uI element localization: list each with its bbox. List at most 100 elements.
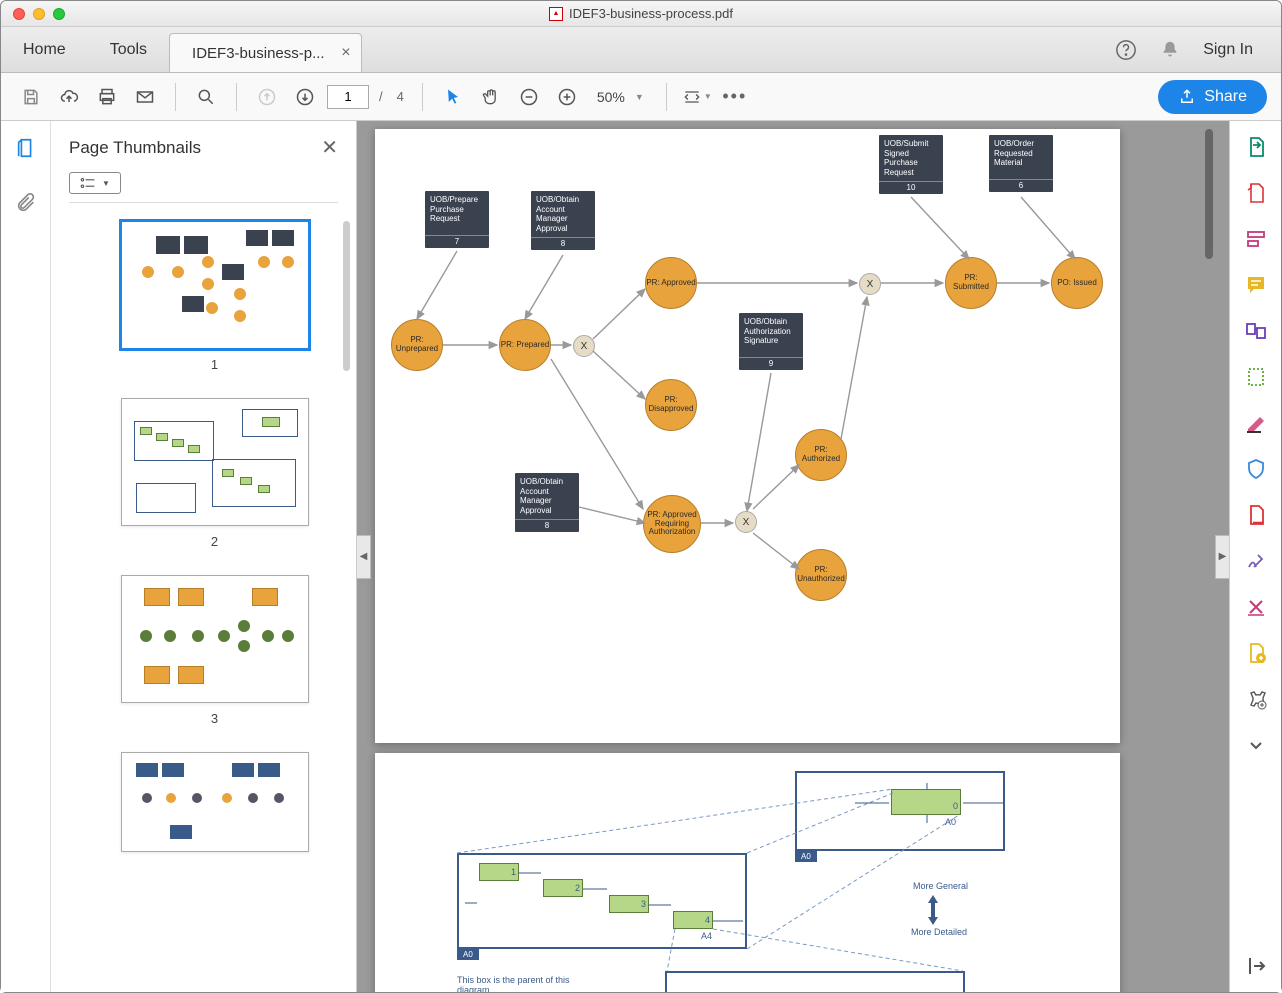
list-icon bbox=[80, 177, 96, 189]
node-authorized: PR: Authorized bbox=[795, 429, 847, 481]
settings-icon[interactable] bbox=[1244, 687, 1268, 711]
zoom-in-icon[interactable] bbox=[551, 81, 583, 113]
help-icon[interactable] bbox=[1115, 39, 1137, 61]
thumbnail-page-2[interactable] bbox=[121, 398, 309, 526]
edit-pdf-icon[interactable] bbox=[1244, 227, 1268, 251]
node-approved: PR: Approved bbox=[645, 257, 697, 309]
num-1a: 1 bbox=[511, 867, 516, 877]
thumbnail-label-3: 3 bbox=[91, 711, 338, 726]
junction-x-3: X bbox=[859, 273, 881, 295]
create-pdf-icon[interactable] bbox=[1244, 181, 1268, 205]
page-down-icon[interactable] bbox=[289, 81, 321, 113]
page-2: A0 0 A0 A0 1 2 3 4 A4 This box is the pa… bbox=[375, 753, 1120, 992]
label-a0-top: A0 bbox=[795, 851, 817, 862]
thumbnails-list: 1 2 bbox=[51, 203, 356, 992]
tab-home[interactable]: Home bbox=[1, 27, 88, 72]
label-a0-left: A0 bbox=[457, 949, 479, 960]
window-controls bbox=[1, 8, 65, 20]
fill-sign-icon[interactable] bbox=[1244, 549, 1268, 573]
convert-icon[interactable] bbox=[1244, 641, 1268, 665]
box-top-0 bbox=[891, 789, 961, 815]
junction-x-2: X bbox=[735, 511, 757, 533]
thumbnail-page-3[interactable] bbox=[121, 575, 309, 703]
workspace: Page Thumbnails ✕ ▼ bbox=[1, 121, 1281, 992]
expand-tools-icon[interactable] bbox=[1244, 733, 1268, 757]
search-icon[interactable] bbox=[190, 81, 222, 113]
minimize-window-button[interactable] bbox=[33, 8, 45, 20]
organize-pages-icon[interactable] bbox=[1244, 365, 1268, 389]
filename-label: IDEF3-business-process.pdf bbox=[569, 6, 733, 21]
uob-box-7: UOB/Prepare Purchase Request7 bbox=[425, 191, 489, 248]
page-number-input[interactable] bbox=[327, 85, 369, 109]
thumbnail-page-4[interactable] bbox=[121, 752, 309, 852]
protect-icon[interactable] bbox=[1244, 457, 1268, 481]
zoom-select[interactable]: 50%▼ bbox=[589, 89, 652, 105]
document-view[interactable]: ◀ ▶ UOB/Prepare Purchase Request7 UOB/Ob… bbox=[357, 121, 1229, 992]
uob-box-6: UOB/Order Requested Material6 bbox=[989, 135, 1053, 192]
page-1: UOB/Prepare Purchase Request7 UOB/Obtain… bbox=[375, 129, 1120, 743]
tab-tools[interactable]: Tools bbox=[88, 27, 169, 72]
close-window-button[interactable] bbox=[13, 8, 25, 20]
pdf-icon: ▲ bbox=[549, 7, 563, 21]
hand-tool-icon[interactable] bbox=[475, 81, 507, 113]
mail-icon[interactable] bbox=[129, 81, 161, 113]
node-submitted: PR: Submitted bbox=[945, 257, 997, 309]
comment-icon[interactable] bbox=[1244, 273, 1268, 297]
uob-box-9: UOB/Obtain Authorization Signature9 bbox=[739, 313, 803, 370]
node-unprepared: PR: Unprepared bbox=[391, 319, 443, 371]
zoom-value: 50% bbox=[597, 89, 625, 105]
more-tools-x-icon[interactable] bbox=[1244, 595, 1268, 619]
save-icon[interactable] bbox=[15, 81, 47, 113]
attachments-icon[interactable] bbox=[15, 192, 37, 219]
fit-width-icon[interactable]: ▼ bbox=[681, 81, 713, 113]
panel-close-button[interactable]: ✕ bbox=[321, 135, 338, 160]
more-detailed-label: More Detailed bbox=[911, 927, 967, 937]
document-scrollbar[interactable] bbox=[1205, 129, 1213, 259]
redact-icon[interactable] bbox=[1244, 411, 1268, 435]
thumbnails-scrollbar[interactable] bbox=[343, 221, 350, 371]
share-label: Share bbox=[1204, 88, 1247, 106]
frame-a42 bbox=[665, 971, 965, 992]
cloud-upload-icon[interactable] bbox=[53, 81, 85, 113]
node-prepared: PR: Prepared bbox=[499, 319, 551, 371]
more-tools-icon[interactable]: ••• bbox=[719, 81, 751, 113]
export-pdf-icon[interactable] bbox=[1244, 135, 1268, 159]
num-0: 0 bbox=[953, 801, 958, 811]
tab-close-button[interactable]: × bbox=[341, 44, 350, 62]
collapse-rail-icon[interactable] bbox=[1244, 954, 1268, 978]
thumbnail-label-2: 2 bbox=[91, 534, 338, 549]
combine-files-icon[interactable] bbox=[1244, 319, 1268, 343]
uob-box-8b: UOB/Obtain Account Manager Approval8 bbox=[515, 473, 579, 532]
tab-document[interactable]: IDEF3-business-p... × bbox=[169, 33, 362, 72]
tab-document-label: IDEF3-business-p... bbox=[192, 45, 325, 62]
page-up-icon[interactable] bbox=[251, 81, 283, 113]
num-4a: 4 bbox=[705, 915, 710, 925]
thumbnails-icon[interactable] bbox=[15, 137, 37, 164]
select-tool-icon[interactable] bbox=[437, 81, 469, 113]
node-approved-req-auth: PR: Approved Requiring Authorization bbox=[643, 495, 701, 553]
left-nav-rail bbox=[1, 121, 51, 992]
parent-note: This box is the parent of this diagram. bbox=[457, 975, 577, 992]
page-total: 4 bbox=[393, 89, 408, 104]
maximize-window-button[interactable] bbox=[53, 8, 65, 20]
toolbar: / 4 50%▼ ▼ ••• Share bbox=[1, 73, 1281, 121]
chevron-down-icon: ▼ bbox=[102, 179, 110, 188]
more-general-label: More General bbox=[913, 881, 968, 891]
thumbnail-label-1: 1 bbox=[91, 357, 338, 372]
right-tools-rail bbox=[1229, 121, 1281, 992]
sign-in-button[interactable]: Sign In bbox=[1203, 41, 1253, 59]
double-arrow-icon bbox=[923, 893, 943, 927]
share-button[interactable]: Share bbox=[1158, 80, 1267, 114]
zoom-out-icon[interactable] bbox=[513, 81, 545, 113]
bell-icon[interactable] bbox=[1159, 39, 1181, 61]
thumbnail-options-button[interactable]: ▼ bbox=[69, 172, 121, 194]
collapse-right-button[interactable]: ▶ bbox=[1215, 535, 1229, 579]
a0-label-top: A0 bbox=[945, 817, 956, 827]
num-3a: 3 bbox=[641, 899, 646, 909]
thumbnail-page-1[interactable] bbox=[121, 221, 309, 349]
print-icon[interactable] bbox=[91, 81, 123, 113]
panel-title: Page Thumbnails bbox=[69, 138, 201, 158]
share-icon bbox=[1178, 88, 1196, 106]
collapse-left-button[interactable]: ◀ bbox=[357, 535, 371, 579]
compress-icon[interactable] bbox=[1244, 503, 1268, 527]
